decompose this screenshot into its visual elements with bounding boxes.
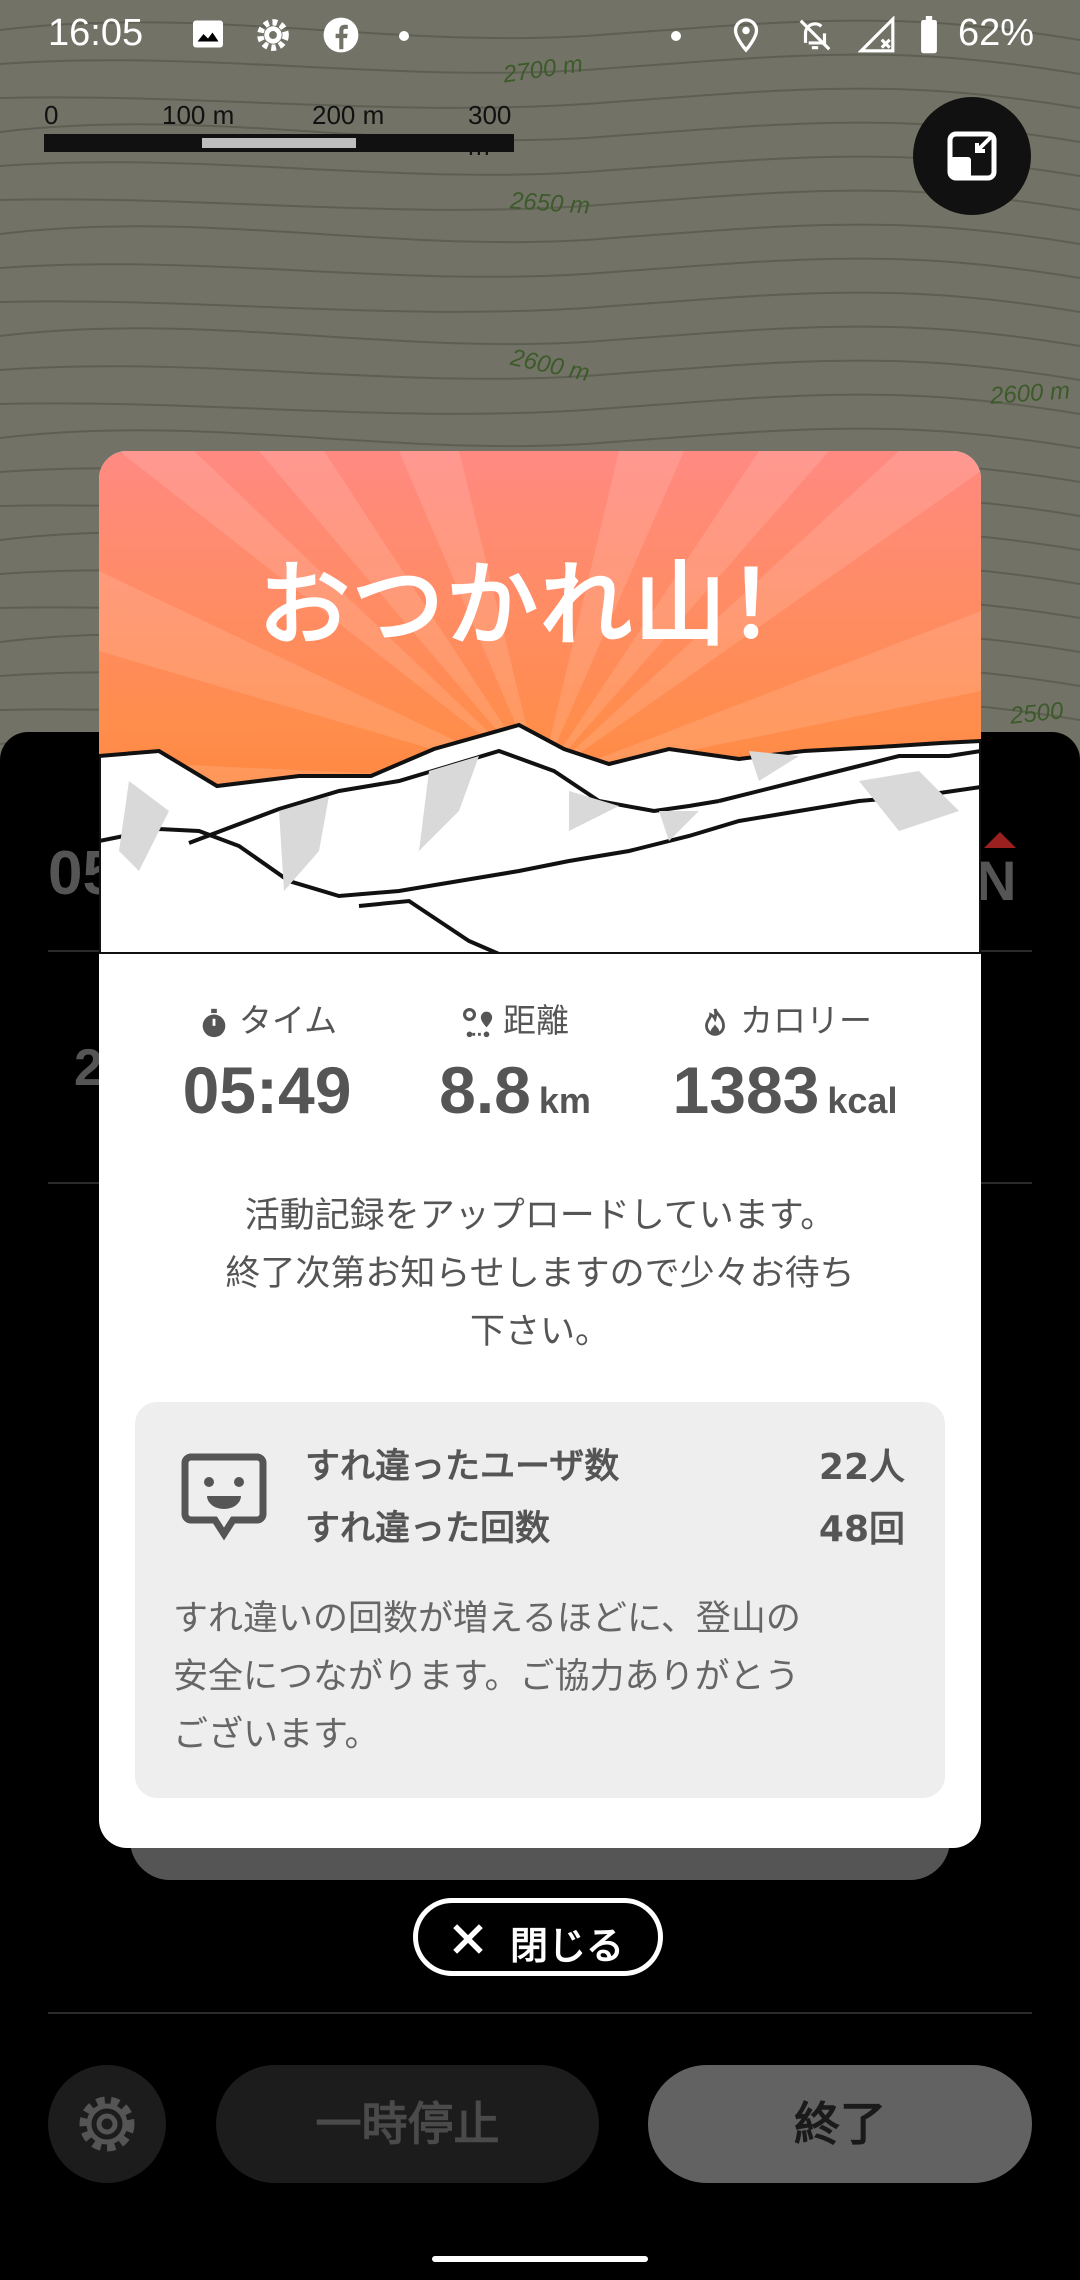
passed-users-row: すれ違ったユーザ数 22人 [305, 1438, 905, 1489]
activity-stats: タイム 05:49 距離 8.8 km カロリー 1383 kcal [99, 996, 981, 1136]
dot-icon [671, 31, 681, 41]
stat-distance-label: 距離 [503, 1001, 569, 1040]
stat-distance: 距離 8.8 km [415, 996, 615, 1128]
north-arrow [984, 832, 1016, 848]
completion-dialog: おつかれ山！ タイム 05:49 距離 8.8 km カロリー 1383 kcal … [99, 451, 981, 1848]
stat-distance-unit: km [538, 1080, 591, 1121]
location-icon [733, 18, 759, 53]
passing-users-box: すれ違ったユーザ数 22人 すれ違った回数 48回 すれ違いの回数が増えるほどに… [135, 1402, 945, 1798]
contour-label: 2650 m [509, 187, 591, 220]
battery-icon [921, 16, 937, 54]
close-icon [453, 1924, 483, 1954]
stat-time: タイム 05:49 [157, 996, 377, 1128]
scale-label-300: 300 m [468, 100, 512, 161]
passing-note: すれ違いの回数が増えるほどに、登山の 安全につながります。ご協力ありがとう ござ… [173, 1590, 913, 1764]
passed-count-value: 48回 [818, 1509, 905, 1550]
end-button[interactable]: 終了 [648, 2065, 1032, 2183]
upload-message-line: 下さい。 [469, 1312, 610, 1352]
passing-note-line: すれ違いの回数が増えるほどに、登山の [173, 1599, 801, 1639]
contour-label: 2600 m [989, 377, 1071, 410]
passed-users-value: 22人 [818, 1447, 905, 1488]
passed-count-label: すれ違った回数 [305, 1509, 551, 1549]
close-button-label: 閉じる [510, 1924, 625, 1968]
fullscreen-toggle-button[interactable] [913, 97, 1031, 215]
bell-off-icon [799, 19, 831, 51]
stat-calories-label: カロリー [740, 1001, 872, 1040]
passing-note-line: 安全につながります。ご協力ありがとう [173, 1657, 800, 1697]
divider [48, 2012, 1032, 2014]
dot-icon [399, 31, 409, 41]
home-indicator[interactable] [432, 2256, 648, 2262]
gear-icon [79, 2096, 135, 2152]
signal-off-icon [858, 16, 895, 53]
stopwatch-icon [202, 1008, 226, 1037]
flame-icon [705, 1007, 725, 1036]
scale-bar [44, 134, 514, 152]
passed-users-label: すれ違ったユーザ数 [305, 1447, 620, 1487]
stat-calories-value: 1383 [672, 1053, 820, 1127]
image-icon [193, 20, 223, 48]
upload-message-line: 活動記録をアップロードしています。 [244, 1196, 836, 1236]
map-scale-bar: 0 100 m 200 m 300 m [44, 100, 514, 161]
stat-time-value: 05:49 [182, 1053, 352, 1127]
stat-calories: カロリー 1383 kcal [645, 996, 925, 1128]
scale-label-200: 200 m [312, 100, 385, 130]
scale-label-100: 100 m [162, 100, 235, 130]
gear-icon [257, 19, 289, 51]
upload-message: 活動記録をアップロードしています。 終了次第お知らせしますので少々お待ち 下さい… [139, 1187, 941, 1361]
settings-button[interactable] [48, 2065, 166, 2183]
route-icon [462, 1007, 493, 1037]
contour-label: 2500 [1008, 697, 1065, 730]
facebook-icon [323, 17, 359, 53]
collapse-icon [947, 131, 997, 181]
dialog-title: おつかれ山！ [257, 552, 822, 659]
passed-count-row: すれ違った回数 48回 [305, 1500, 905, 1551]
stat-distance-value: 8.8 [439, 1053, 531, 1127]
scale-label-0: 0 [44, 100, 59, 130]
battery-percent: 62% [957, 12, 1034, 54]
north-indicator[interactable]: N [976, 848, 1016, 913]
pause-button[interactable]: 一時停止 [216, 2065, 599, 2183]
upload-message-line: 終了次第お知らせしますので少々お待ち [225, 1254, 855, 1294]
stat-calories-unit: kcal [827, 1080, 898, 1121]
speech-face-icon [181, 1453, 267, 1541]
mountain-illustration [99, 451, 981, 954]
stat-time-label: タイム [238, 1001, 338, 1040]
close-button[interactable]: 閉じる [413, 1898, 663, 1976]
status-time: 16:05 [48, 12, 144, 54]
passing-note-line: ございます。 [173, 1715, 380, 1755]
